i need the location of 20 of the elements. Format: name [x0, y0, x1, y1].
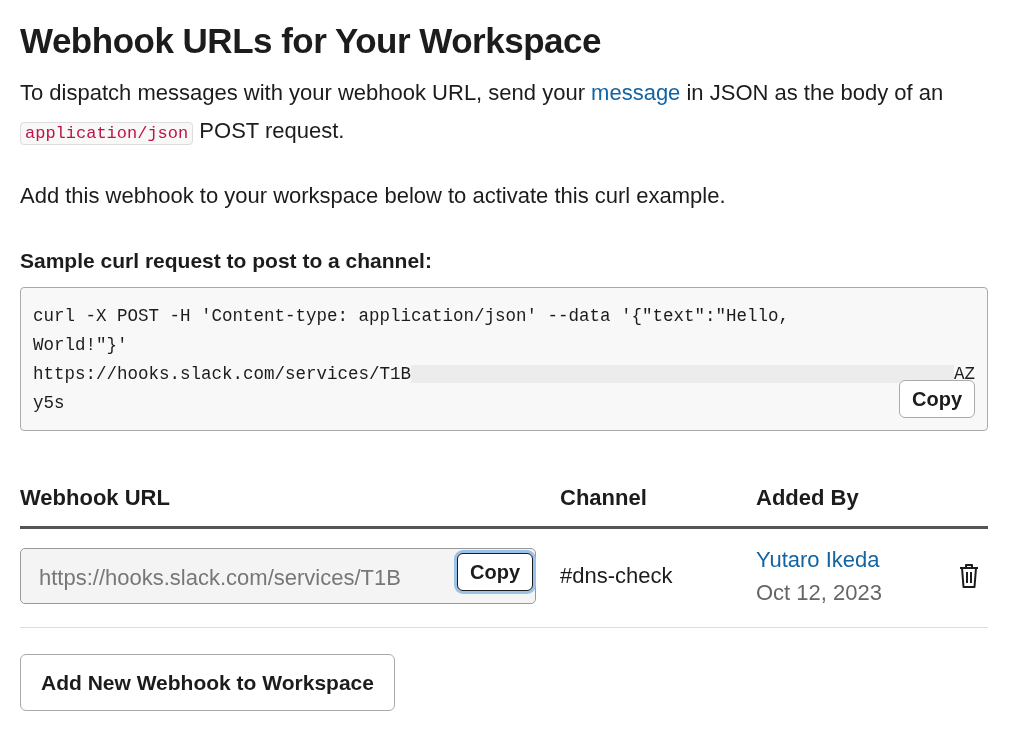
- code-line: https://hooks.slack.com/services/T1B: [33, 362, 412, 386]
- page-heading: Webhook URLs for Your Workspace: [20, 20, 602, 62]
- copy-button[interactable]: Copy: [457, 552, 533, 591]
- message-link[interactable]: message: [591, 80, 681, 105]
- add-webhook-button[interactable]: Add New Webhook to Workspace: [20, 653, 395, 711]
- code-line: y5s: [33, 391, 65, 415]
- copy-button[interactable]: Copy: [899, 379, 975, 418]
- intro-paragraph: To dispatch messages with your webhook URL, send your message in JSON as the body of an application/json POST request.: [20, 79, 945, 147]
- column-header: Channel: [560, 483, 648, 512]
- trash-icon[interactable]: [958, 562, 980, 589]
- user-link[interactable]: Yutaro Ikeda: [756, 542, 880, 576]
- date-text: Oct 12, 2023: [756, 578, 883, 607]
- code-line: curl -X POST -H 'Content-type: application/json' --data '{"text":"Hello,: [33, 304, 791, 328]
- url-field[interactable]: https://hooks.slack.com/services/T1B Copy: [20, 547, 536, 604]
- sample-label: Sample curl request to post to a channel:: [20, 248, 433, 274]
- note-text: Add this webhook to your workspace below to activate this curl example.: [20, 182, 727, 210]
- column-header: Webhook URL: [20, 483, 171, 512]
- column-header: Added By: [756, 483, 860, 512]
- channel-name: #dns-check: [560, 563, 673, 588]
- code-line: World!"}': [33, 333, 129, 357]
